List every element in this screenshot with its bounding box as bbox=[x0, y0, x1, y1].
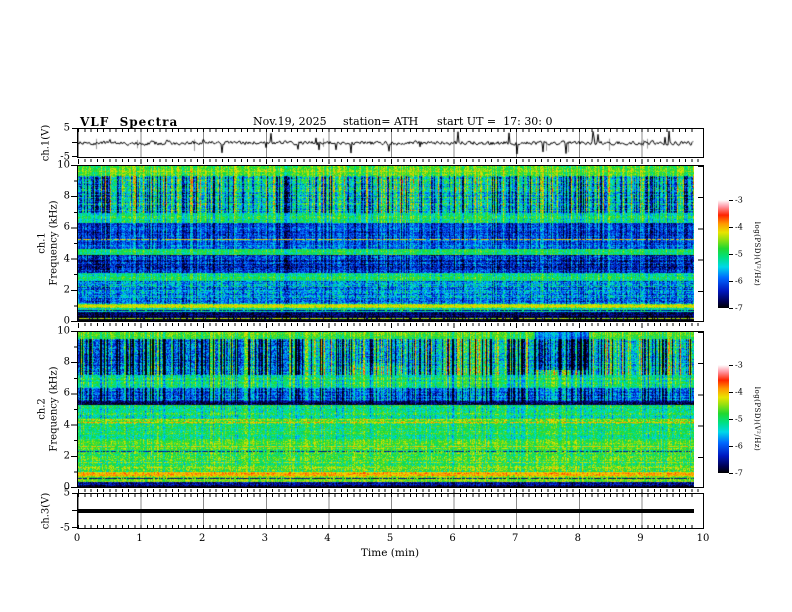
y-tick-label: 0 bbox=[63, 481, 70, 493]
start-ut-label: start UT = 17: 30: 0 bbox=[437, 115, 553, 128]
colorbar-tick-marks bbox=[729, 200, 733, 309]
ch2-spec-ylabel-line2: Frequency (kHz) bbox=[48, 366, 59, 452]
ch1-colorbar bbox=[718, 200, 729, 308]
ch1-spec-ylabel-line1: ch.1 bbox=[36, 232, 48, 254]
ch2-spectrogram bbox=[78, 332, 694, 487]
colorbar-tick-label: -3 bbox=[735, 360, 743, 370]
ch2-spectrogram-panel bbox=[77, 331, 704, 488]
x-tick-label: 0 bbox=[73, 533, 81, 544]
vlf-spectra-figure: VLF Spectra Nov.19, 2025 station= ATH st… bbox=[0, 0, 792, 612]
ch2-colorbar bbox=[718, 365, 729, 473]
y-tick-label: -5 bbox=[60, 522, 70, 534]
colorbar-tick-label: -6 bbox=[735, 441, 743, 451]
x-tick-label: 8 bbox=[574, 533, 581, 544]
x-tick-label: 5 bbox=[386, 533, 394, 544]
colorbar-tick-label: -4 bbox=[735, 387, 743, 397]
x-tick-label: 6 bbox=[449, 533, 456, 544]
colorbar-tick-marks bbox=[729, 365, 733, 474]
x-tick-marks bbox=[78, 494, 694, 497]
x-tick-label: 2 bbox=[199, 533, 206, 544]
station-label: station= ATH bbox=[343, 115, 419, 128]
ch2-spec-ylabel: ch.2 Frequency (kHz) bbox=[37, 366, 60, 451]
y-tick-marks bbox=[72, 128, 77, 158]
y-tick-label: 8 bbox=[63, 356, 70, 368]
y-tick-marks bbox=[71, 165, 77, 322]
y-tick-marks bbox=[72, 493, 77, 529]
colorbar-tick-label: -5 bbox=[735, 249, 743, 259]
date-label: Nov.19, 2025 bbox=[253, 115, 327, 128]
colorbar-tick-label: -6 bbox=[735, 276, 743, 286]
ch1-spec-ylabel: ch.1 Frequency (kHz) bbox=[37, 200, 60, 285]
x-tick-label: 9 bbox=[637, 533, 644, 544]
x-tick-label: 1 bbox=[136, 533, 143, 544]
y-tick-label: 6 bbox=[63, 221, 70, 233]
ch3-waveform-panel bbox=[77, 493, 704, 529]
x-tick-label: 3 bbox=[261, 533, 268, 544]
ch1-spectrogram-panel bbox=[77, 165, 704, 322]
y-tick-label: 10 bbox=[57, 159, 70, 171]
x-tick-marks bbox=[78, 159, 703, 164]
y-tick-label: 10 bbox=[57, 325, 70, 337]
colorbar-tick-label: -7 bbox=[735, 303, 743, 313]
y-tick-marks bbox=[71, 331, 77, 488]
ch2-spec-ylabel-line1: ch.2 bbox=[36, 398, 48, 420]
colorbar-tick-label: -5 bbox=[735, 414, 743, 424]
ch1-colorbar-label: log(PSD)(V²/Hz) bbox=[753, 221, 761, 287]
colorbar-tick-label: -7 bbox=[735, 468, 743, 478]
y-tick-label: 4 bbox=[63, 419, 70, 431]
x-tick-label: 4 bbox=[324, 533, 331, 544]
x-axis-title: Time (min) bbox=[360, 547, 420, 559]
x-tick-marks bbox=[78, 323, 703, 328]
y-tick-marks bbox=[698, 332, 703, 487]
x-tick-label: 7 bbox=[512, 533, 519, 544]
x-tick-marks bbox=[78, 525, 694, 528]
y-tick-marks bbox=[698, 166, 703, 321]
ch2-colorbar-label: log(PSD)(V²/Hz) bbox=[753, 386, 761, 452]
y-tick-label: 5 bbox=[63, 122, 70, 134]
y-tick-label: 8 bbox=[63, 190, 70, 202]
ch1-spec-ylabel-line2: Frequency (kHz) bbox=[48, 200, 59, 286]
ch1-waveform-panel bbox=[77, 128, 704, 158]
ch1-spectrogram bbox=[78, 166, 694, 321]
y-tick-label: 4 bbox=[63, 253, 70, 265]
y-tick-label: 6 bbox=[63, 387, 70, 399]
ch1-waveform-trace bbox=[78, 129, 694, 157]
page-title: VLF Spectra bbox=[80, 115, 179, 129]
y-tick-label: 2 bbox=[63, 450, 70, 462]
colorbar-tick-label: -4 bbox=[735, 222, 743, 232]
colorbar-tick-label: -3 bbox=[735, 195, 743, 205]
ch3-flat-trace bbox=[78, 509, 694, 513]
x-tick-label: 10 bbox=[696, 533, 710, 544]
y-tick-label: 2 bbox=[63, 284, 70, 296]
x-tick-marks bbox=[78, 489, 703, 494]
